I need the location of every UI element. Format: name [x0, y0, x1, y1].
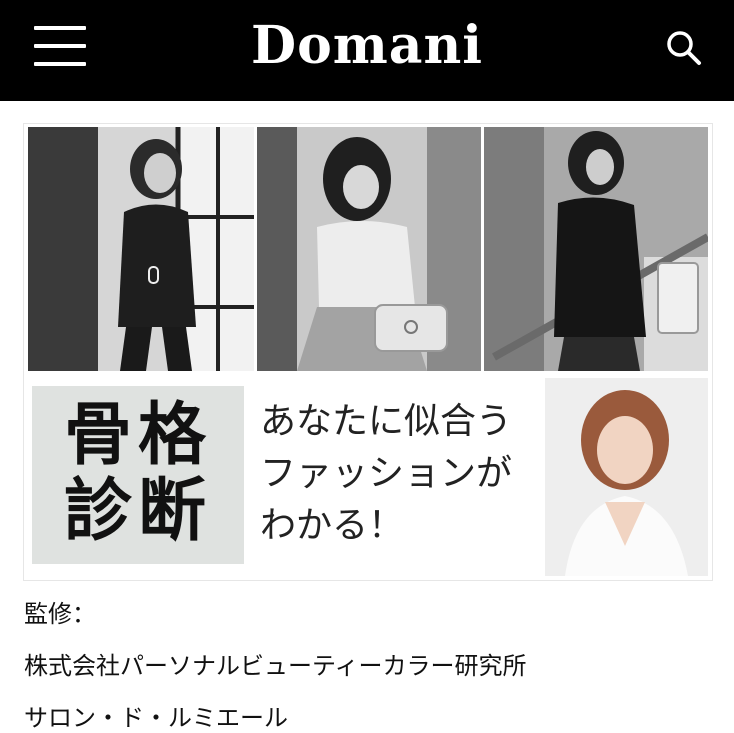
banner-tagline: あなたに似合う ファッションが わかる！ — [260, 386, 540, 564]
credit-salon: サロン・ド・ルミエール — [24, 704, 288, 732]
banner-title-block: 骨格 診断 — [32, 386, 244, 564]
credit-label: 監修： — [24, 600, 96, 628]
fashion-photo-1 — [28, 127, 254, 371]
supervisor-portrait — [545, 378, 708, 576]
banner-tagline-line: あなたに似合う — [260, 401, 513, 442]
banner-title-line: 診断 — [63, 472, 212, 551]
site-logo[interactable]: Domani — [0, 14, 734, 78]
fashion-photo-3 — [484, 127, 708, 371]
banner-title-line: 骨格 — [63, 396, 212, 475]
article-hero-image: 骨格 診断 あなたに似合う ファッションが わかる！ — [23, 123, 713, 581]
fashion-photo-2 — [257, 127, 481, 371]
credit-company: 株式会社パーソナルビューティーカラー研究所 — [24, 652, 527, 680]
banner-tagline-line: わかる！ — [260, 505, 405, 546]
banner-tagline-line: ファッションが — [260, 453, 513, 494]
search-icon[interactable] — [664, 28, 704, 68]
site-header: Domani — [0, 0, 734, 101]
